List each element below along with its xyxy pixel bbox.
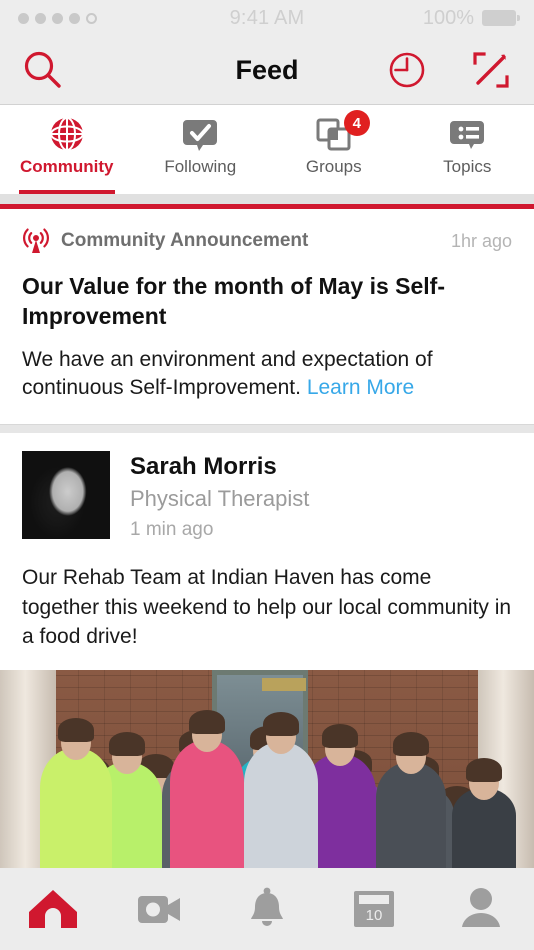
post-body-text: Our Rehab Team at Indian Haven has come … [22,566,512,649]
battery-icon [482,10,520,26]
home-icon [29,890,78,928]
post-header: Sarah Morris Physical Therapist 1 min ag… [22,451,512,541]
avatar[interactable] [22,451,110,540]
bottom-nav-profile[interactable] [427,886,534,932]
tab-topics[interactable]: Topics [401,105,534,194]
tab-label-community: Community [20,157,114,176]
post-meta: Sarah Morris Physical Therapist 1 min ag… [130,451,309,541]
tab-label-following: Following [164,157,237,176]
feed-separator [0,424,534,434]
post-timestamp: 1 min ago [130,519,214,541]
tab-label-topics: Topics [443,157,492,176]
tab-icon-wrap: 4 [314,110,370,154]
announcement-header: Community Announcement 1hr ago [22,227,512,255]
bottom-nav-calendar[interactable]: 10 [320,887,427,931]
tab-bar-spacer [0,194,534,204]
avatar-image [22,451,110,540]
feed-tab-bar: Community Following 4 Groups Topics [0,104,534,194]
post-image[interactable] [0,669,534,880]
announcement-body: We have an environment and expectation o… [22,346,512,403]
check-bubble-icon [183,120,218,151]
video-camera-icon [138,896,181,923]
calendar-day-number: 10 [365,907,382,924]
compose-post-button[interactable] [470,49,512,91]
post-author-role: Physical Therapist [130,486,310,512]
bottom-nav-notifications[interactable] [214,886,321,932]
bottom-navigation-bar: 10 [0,868,534,950]
announcement-label: Community Announcement [61,230,309,251]
feed-list: Community Announcement 1hr ago Our Value… [0,209,534,880]
groups-badge-count: 4 [343,110,370,136]
tab-icon-wrap [180,114,220,154]
bottom-nav-home[interactable] [0,886,107,932]
status-bar: 9:41 AM 100% [0,0,534,36]
calendar-icon: 10 [353,891,394,927]
globe-icon [49,117,84,151]
search-icon [24,51,61,88]
tab-label-groups: Groups [305,157,362,176]
tab-icon-wrap [447,114,487,154]
recent-activity-button[interactable] [386,49,428,91]
tab-following[interactable]: Following [134,105,268,194]
search-button[interactable] [22,49,64,91]
tab-community[interactable]: Community [0,105,134,194]
learn-more-link[interactable]: Learn More [307,376,414,399]
broadcast-icon [23,228,49,253]
battery-status: 100% [422,6,520,30]
tab-groups[interactable]: 4 Groups [267,105,401,194]
announcement-card[interactable]: Community Announcement 1hr ago Our Value… [0,209,534,425]
compose-icon [473,52,509,88]
post-author-name[interactable]: Sarah Morris [130,453,309,481]
person-icon [461,888,500,927]
announcement-timestamp: 1hr ago [450,230,512,251]
post-image-people [0,710,534,880]
feed-post[interactable]: Sarah Morris Physical Therapist 1 min ag… [0,433,534,651]
tab-icon-wrap [47,114,87,154]
app-screen: 9:41 AM 100% Feed Community Following 4 … [0,0,534,950]
clock-icon [389,52,425,88]
bell-icon [250,887,283,926]
post-image-plaque [262,677,306,691]
battery-percent-label: 100% [422,6,474,29]
bottom-nav-video[interactable] [107,889,214,929]
top-navigation-bar: Feed [0,36,534,104]
list-bubble-icon [450,121,485,149]
announcement-headline: Our Value for the month of May is Self-I… [22,273,445,330]
